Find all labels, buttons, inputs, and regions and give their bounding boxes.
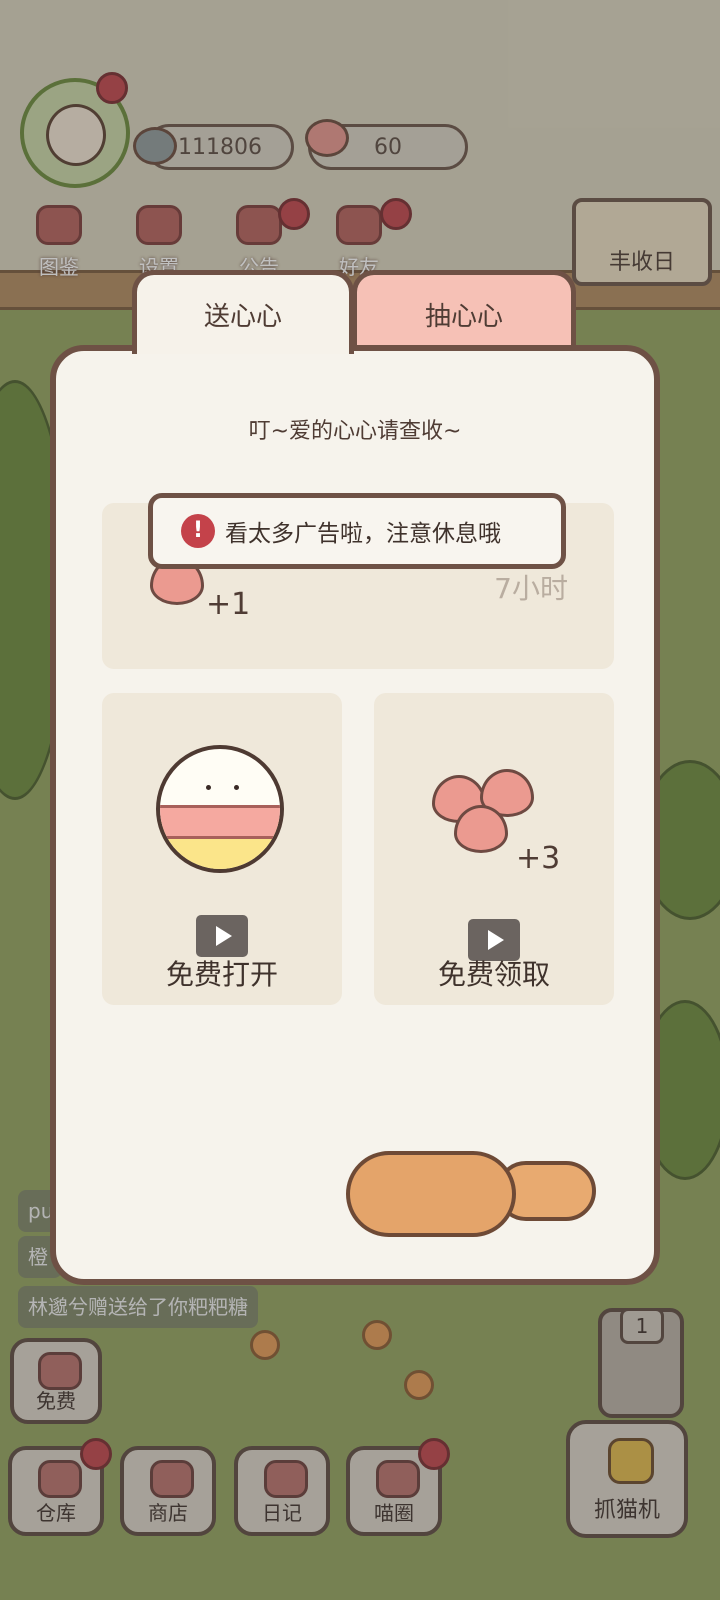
gift-egg-icon	[156, 745, 284, 873]
toast-message: 看太多广告啦，注意休息哦	[225, 521, 501, 547]
free-claim-card[interactable]: +3 免费领取	[374, 693, 614, 1005]
tab-draw-hearts[interactable]: 抽心心	[352, 270, 576, 354]
heart-plus-three: +3	[516, 841, 561, 876]
rest-reminder-toast: ! 看太多广告啦，注意休息哦	[148, 493, 566, 569]
free-open-label: 免费打开	[165, 958, 278, 991]
tab-send-hearts-label: 送心心	[203, 302, 282, 332]
tab-send-hearts[interactable]: 送心心	[132, 270, 354, 354]
heart-plus-one: +1	[206, 587, 251, 622]
tab-draw-hearts-label: 抽心心	[424, 302, 503, 332]
sleeping-cat-illustration	[346, 1141, 606, 1251]
hearts-dialog: 叮~爱的心心请查收~ +1 7小时 免费打开 +3 免费领取 ! 看太多广告啦，…	[50, 345, 660, 1285]
dialog-subtitle: 叮~爱的心心请查收~	[248, 419, 462, 444]
cooldown-timer: 7小时	[494, 572, 568, 605]
free-claim-label: 免费领取	[437, 958, 550, 991]
free-open-card[interactable]: 免费打开	[102, 693, 342, 1005]
video-ad-icon	[196, 915, 248, 957]
warning-icon: !	[181, 514, 215, 548]
